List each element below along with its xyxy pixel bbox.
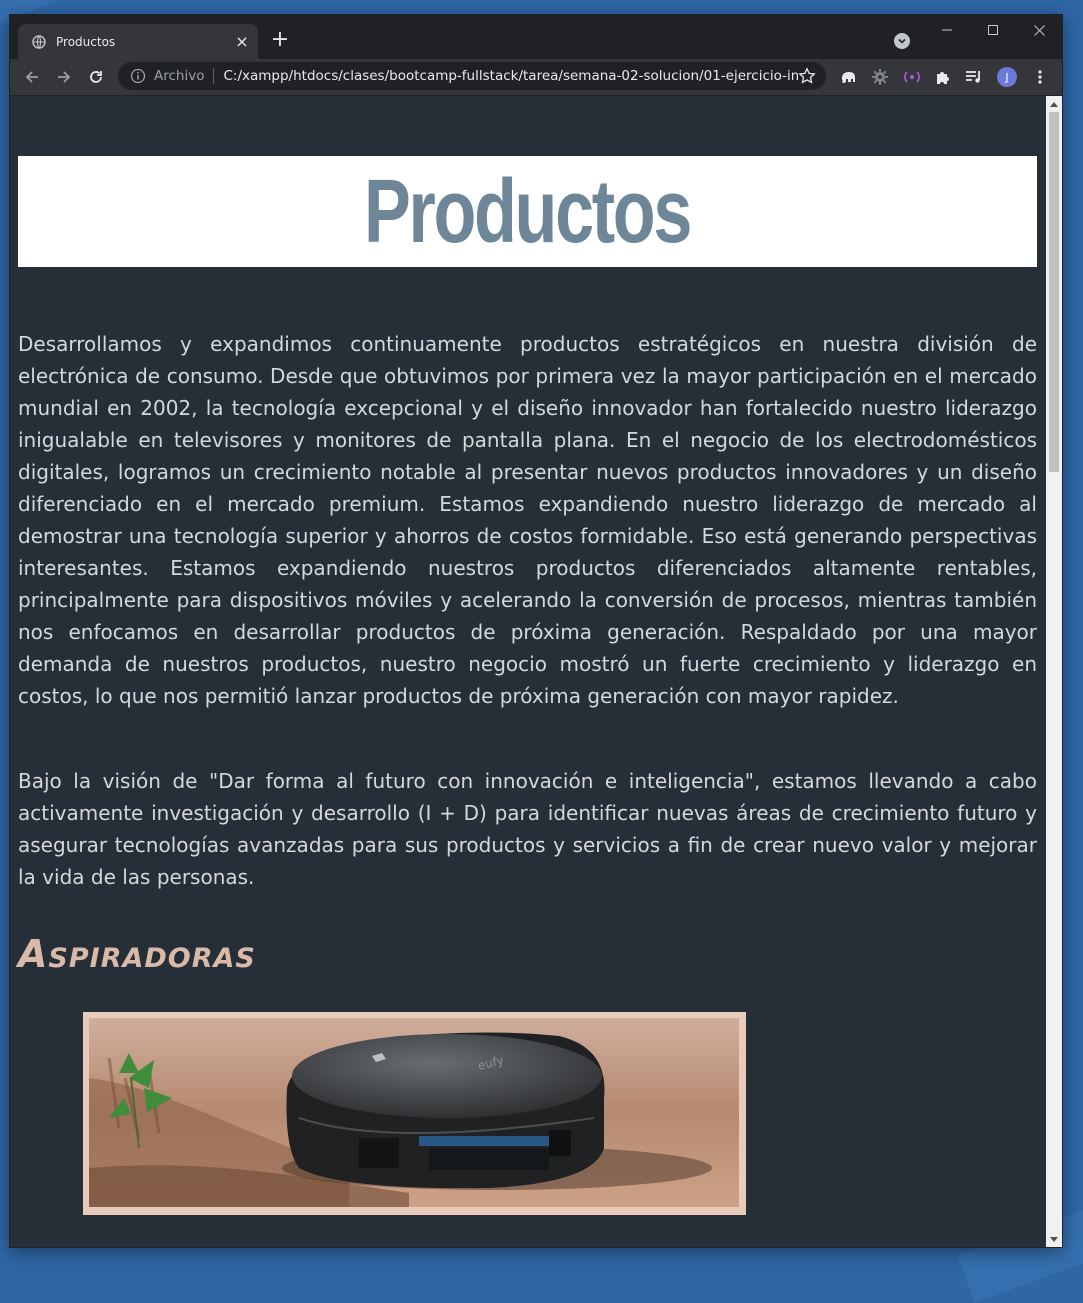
arrow-left-icon: [25, 71, 38, 83]
page-content: Productos Desarrollamos y expandimos con…: [10, 96, 1046, 1247]
extension-signal-icon[interactable]: [901, 66, 923, 88]
page-header: Productos: [18, 156, 1037, 267]
address-bar[interactable]: Archivo C:/xampp/htdocs/clases/bootcamp-…: [118, 62, 826, 90]
maximize-button[interactable]: [970, 15, 1016, 45]
forward-button[interactable]: [52, 65, 76, 89]
menu-button[interactable]: [1029, 66, 1051, 88]
robot-vacuum-image: eufy: [89, 1018, 739, 1207]
media-queue-icon[interactable]: [963, 66, 985, 88]
scheme-label: Archivo: [154, 68, 205, 84]
new-tab-button[interactable]: +: [268, 29, 292, 53]
browser-window: Productos × + Archivo C:/xampp/htdocs/cl…: [10, 15, 1062, 1247]
product-image-frame: eufy: [83, 1012, 746, 1215]
intro-paragraph: Desarrollamos y expandimos continuamente…: [18, 332, 1037, 708]
maximize-icon: [988, 25, 998, 35]
extension-elephant-icon[interactable]: [837, 66, 859, 88]
avatar: J: [997, 67, 1017, 87]
minimize-icon: [942, 29, 952, 31]
tab-productos[interactable]: Productos ×: [18, 24, 258, 59]
scroll-up-icon[interactable]: [1046, 96, 1062, 112]
close-window-button[interactable]: [1016, 15, 1062, 45]
tab-title: Productos: [56, 34, 116, 49]
close-icon: [1033, 24, 1045, 36]
vertical-scrollbar[interactable]: [1046, 96, 1062, 1247]
vision-paragraph: Bajo la visión de "Dar forma al futuro c…: [18, 769, 1037, 889]
section-heading-aspiradoras: Aspiradoras: [18, 932, 256, 976]
reload-icon: [90, 71, 102, 83]
page-title: Productos: [364, 161, 692, 262]
toolbar: Archivo C:/xampp/htdocs/clases/bootcamp-…: [10, 59, 1062, 96]
tab-search-button[interactable]: [894, 33, 910, 49]
scrollbar-thumb[interactable]: [1049, 112, 1059, 472]
puzzle-icon[interactable]: [932, 66, 954, 88]
extension-gear-icon[interactable]: [869, 66, 891, 88]
scroll-down-icon[interactable]: [1046, 1231, 1062, 1247]
more-vert-icon: [1038, 70, 1042, 84]
omnibox-divider: [213, 68, 215, 84]
reload-button[interactable]: [84, 65, 108, 89]
globe-icon: [32, 34, 46, 49]
url-text[interactable]: C:/xampp/htdocs/clases/bootcamp-fullstac…: [223, 68, 798, 84]
star-icon[interactable]: [798, 67, 816, 85]
back-button[interactable]: [20, 65, 44, 89]
chevron-down-icon: [898, 38, 906, 44]
title-bar: Productos × +: [10, 15, 1062, 59]
info-icon[interactable]: [130, 68, 146, 84]
close-tab-icon[interactable]: ×: [232, 32, 252, 52]
arrow-right-icon: [58, 71, 71, 83]
minimize-button[interactable]: [924, 15, 970, 45]
profile-button[interactable]: J: [996, 66, 1018, 88]
